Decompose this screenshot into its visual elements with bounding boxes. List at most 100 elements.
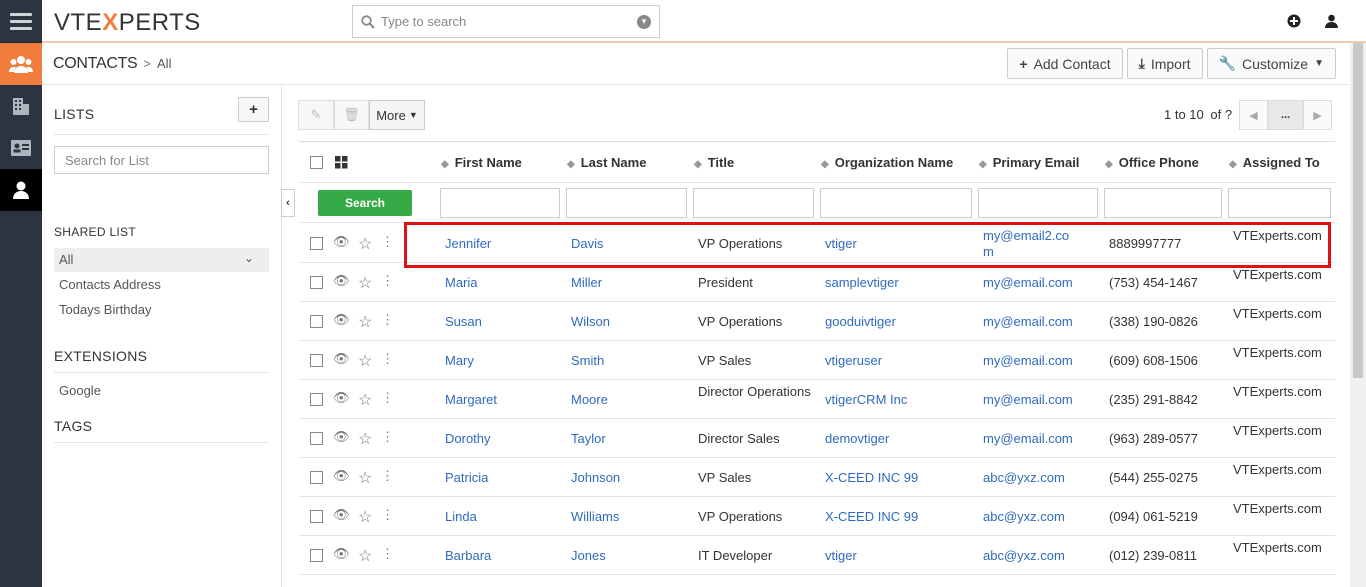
cell-last[interactable]: Jones (571, 548, 686, 564)
eye-icon[interactable]: 👁 (333, 273, 350, 289)
cell-org[interactable]: samplevtiger (825, 275, 975, 291)
cell-email[interactable]: my@email.com (983, 314, 1073, 330)
filter-phone-input[interactable] (1104, 188, 1222, 218)
kebab-menu-icon[interactable]: ⋮ (381, 468, 394, 484)
cell-email[interactable]: my@email.com (983, 431, 1073, 447)
scrollbar-thumb[interactable] (1353, 43, 1363, 378)
kebab-menu-icon[interactable]: ⋮ (381, 507, 394, 523)
eye-icon[interactable]: 👁 (333, 234, 350, 250)
cell-first[interactable]: Mary (445, 353, 555, 369)
collapse-sidebar-button[interactable]: ‹ (281, 189, 295, 217)
filter-email-input[interactable] (978, 188, 1098, 218)
search-button[interactable]: Search (318, 190, 412, 216)
row-checkbox[interactable] (310, 315, 323, 328)
row-checkbox[interactable] (310, 237, 323, 250)
table-row[interactable]: 👁 ☆ ⋮ Mary Smith VP Sales vtigeruser my@email.c… (299, 341, 1335, 380)
chevron-down-icon[interactable]: ⌄ (244, 251, 254, 265)
select-all-checkbox[interactable] (310, 156, 323, 169)
cell-first[interactable]: Dorothy (445, 431, 555, 447)
kebab-menu-icon[interactable]: ⋮ (381, 546, 394, 562)
list-item-selected[interactable] (54, 248, 269, 272)
logo[interactable]: VTEXPERTS (54, 9, 201, 37)
cell-last[interactable]: Davis (571, 236, 686, 252)
column-first-name[interactable]: ◆ First Name (441, 155, 522, 170)
filter-assigned-input[interactable] (1228, 188, 1331, 218)
eye-icon[interactable]: 👁 (333, 468, 350, 484)
cell-last[interactable]: Wilson (571, 314, 686, 330)
cell-email[interactable]: my@email.com (983, 392, 1073, 408)
cell-email[interactable]: my@email.com (983, 353, 1073, 369)
table-row[interactable]: 👁 ☆ ⋮ Patricia Johnson VP Sales X-CEED INC 99 a… (299, 458, 1335, 497)
table-row[interactable]: 👁 ☆ ⋮ Jennifer Davis VP Operations vtiger my@em… (299, 224, 1335, 263)
kebab-menu-icon[interactable]: ⋮ (381, 234, 394, 250)
add-list-button[interactable]: + (238, 97, 269, 122)
star-icon[interactable]: ☆ (358, 468, 372, 488)
eye-icon[interactable]: 👁 (333, 507, 350, 523)
star-icon[interactable]: ☆ (358, 507, 372, 527)
cell-first[interactable]: Jennifer (445, 236, 555, 252)
cell-email[interactable]: my@email2.com (983, 228, 1073, 260)
cell-org[interactable]: X-CEED INC 99 (825, 509, 975, 525)
extension-item-google[interactable]: Google (59, 383, 101, 398)
import-button[interactable]: ⤓ Import (1126, 48, 1203, 79)
global-search-input[interactable]: Type to search ▾ (352, 5, 660, 38)
table-row[interactable]: 👁 ☆ ⋮ Susan Wilson VP Operations gooduivtiger m… (299, 302, 1335, 341)
cell-last[interactable]: Johnson (571, 470, 686, 486)
column-organization-name[interactable]: ◆ Organization Name (821, 155, 953, 170)
eye-icon[interactable]: 👁 (333, 351, 350, 367)
row-checkbox[interactable] (310, 432, 323, 445)
kebab-menu-icon[interactable]: ⋮ (381, 429, 394, 445)
filter-organization-input[interactable] (820, 188, 972, 218)
star-icon[interactable]: ☆ (358, 429, 372, 449)
menu-button[interactable] (0, 0, 42, 43)
kebab-menu-icon[interactable]: ⋮ (381, 351, 394, 367)
list-search-input[interactable]: Search for List (54, 146, 269, 174)
vertical-scrollbar[interactable] (1350, 43, 1366, 587)
column-title[interactable]: ◆ Title (694, 155, 734, 170)
breadcrumb-module[interactable]: CONTACTS (53, 55, 138, 72)
kebab-menu-icon[interactable]: ⋮ (381, 390, 394, 406)
grid-icon[interactable] (335, 156, 348, 169)
star-icon[interactable]: ☆ (358, 546, 372, 566)
cell-email[interactable]: abc@yxz.com (983, 470, 1073, 486)
cell-first[interactable]: Linda (445, 509, 555, 525)
cell-first[interactable]: Margaret (445, 392, 555, 408)
row-checkbox[interactable] (310, 471, 323, 484)
kebab-menu-icon[interactable]: ⋮ (381, 273, 394, 289)
cell-org[interactable]: vtiger (825, 236, 975, 252)
filter-last-name-input[interactable] (566, 188, 687, 218)
star-icon[interactable]: ☆ (358, 351, 372, 371)
cell-org[interactable]: X-CEED INC 99 (825, 470, 975, 486)
row-checkbox[interactable] (310, 549, 323, 562)
cell-last[interactable]: Smith (571, 353, 686, 369)
cell-email[interactable]: abc@yxz.com (983, 509, 1073, 525)
cell-last[interactable]: Moore (571, 392, 686, 408)
row-checkbox[interactable] (310, 276, 323, 289)
star-icon[interactable]: ☆ (358, 234, 372, 254)
delete-button[interactable]: 🗑 (334, 100, 369, 130)
cell-first[interactable]: Patricia (445, 470, 555, 486)
page-jump-button[interactable]: ... (1268, 100, 1303, 130)
cell-last[interactable]: Williams (571, 509, 686, 525)
cell-org[interactable]: vtigerCRM Inc (825, 392, 975, 408)
nav-people[interactable] (0, 43, 42, 85)
filter-title-input[interactable] (693, 188, 814, 218)
cell-first[interactable]: Barbara (445, 548, 555, 564)
cell-org[interactable]: gooduivtiger (825, 314, 975, 330)
eye-icon[interactable]: 👁 (333, 429, 350, 445)
row-checkbox[interactable] (310, 393, 323, 406)
list-item-contacts-address[interactable]: Contacts Address (59, 277, 161, 292)
column-primary-email[interactable]: ◆ Primary Email (979, 155, 1079, 170)
add-contact-button[interactable]: + Add Contact (1007, 48, 1123, 79)
nav-organizations[interactable] (0, 85, 42, 127)
eye-icon[interactable]: 👁 (333, 390, 350, 406)
kebab-menu-icon[interactable]: ⋮ (381, 312, 394, 328)
plus-circle-icon[interactable] (1287, 14, 1301, 28)
previous-page-button[interactable]: ◀ (1239, 100, 1268, 130)
user-icon[interactable] (1325, 14, 1338, 28)
table-row[interactable]: 👁 ☆ ⋮ Linda Williams VP Operations X-CEED INC … (299, 497, 1335, 536)
cell-first[interactable]: Susan (445, 314, 555, 330)
column-last-name[interactable]: ◆ Last Name (567, 155, 646, 170)
column-assigned-to[interactable]: ◆ Assigned To (1229, 155, 1320, 170)
table-row[interactable]: 👁 ☆ ⋮ Maria Miller President samplevtiger my@em… (299, 263, 1335, 302)
